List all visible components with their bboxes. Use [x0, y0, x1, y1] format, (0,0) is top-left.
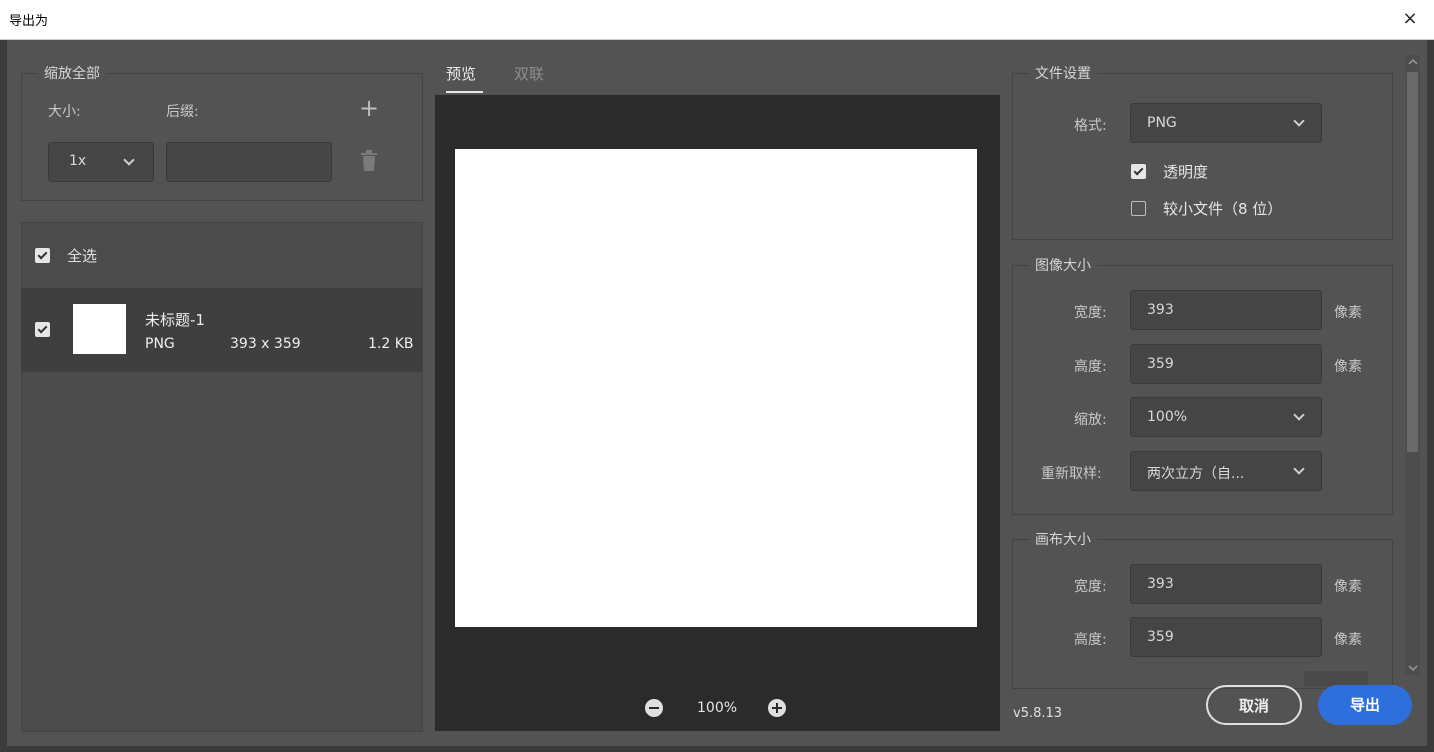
size-label: 大小: [48, 104, 81, 120]
preview-canvas [455, 149, 977, 627]
scale-select-value: 100% [1147, 409, 1188, 425]
image-width-unit: 像素 [1334, 305, 1362, 321]
canvas-height-input[interactable]: 359 [1130, 617, 1322, 657]
zoom-out-icon[interactable] [645, 699, 663, 717]
chevron-down-icon [1293, 463, 1305, 475]
chevron-down-icon [1293, 409, 1305, 421]
format-select[interactable]: PNG [1130, 103, 1322, 143]
select-all-checkbox[interactable] [35, 248, 50, 263]
canvas-width-label: 宽度: [1074, 579, 1107, 595]
title-bar: 导出为 × [0, 0, 1434, 40]
format-label: 格式: [1074, 118, 1107, 134]
smaller-file-label: 较小文件（8 位） [1163, 200, 1283, 218]
close-icon[interactable]: × [1400, 8, 1420, 30]
chevron-down-icon [1293, 115, 1305, 127]
scrollbar-thumb[interactable] [1407, 72, 1418, 452]
resample-label: 重新取样: [1041, 466, 1102, 482]
canvas-width-value: 393 [1147, 576, 1174, 592]
zoom-level: 100% [697, 700, 738, 716]
image-width-input[interactable]: 393 [1130, 290, 1322, 330]
asset-thumbnail [73, 304, 126, 354]
scroll-down-icon[interactable] [1408, 664, 1418, 672]
canvas-width-unit: 像素 [1334, 579, 1362, 595]
canvas-height-value: 359 [1147, 629, 1174, 645]
image-height-value: 359 [1147, 356, 1174, 372]
asset-row[interactable]: 未标题-1 PNG 393 x 359 1.2 KB [21, 288, 423, 372]
scale-label: 缩放: [1074, 412, 1107, 428]
asset-format: PNG [145, 336, 175, 352]
asset-checkbox[interactable] [35, 322, 50, 337]
image-height-unit: 像素 [1334, 359, 1362, 375]
asset-name: 未标题-1 [145, 311, 205, 329]
canvas-height-unit: 像素 [1334, 632, 1362, 648]
scale-all-legend: 缩放全部 [44, 66, 100, 82]
suffix-input[interactable] [166, 142, 332, 182]
image-height-input[interactable]: 359 [1130, 344, 1322, 384]
image-width-value: 393 [1147, 302, 1174, 318]
asset-dimensions: 393 x 359 [230, 336, 301, 352]
tab-preview[interactable]: 预览 [446, 63, 476, 84]
export-button[interactable]: 导出 [1318, 685, 1412, 725]
add-scale-icon[interactable]: + [359, 94, 379, 122]
canvas-size-legend: 画布大小 [1035, 532, 1091, 548]
tab-preview-underline [446, 91, 483, 93]
asset-filesize: 1.2 KB [368, 336, 414, 352]
chevron-down-icon [123, 154, 135, 166]
smaller-file-checkbox[interactable] [1131, 201, 1146, 216]
cancel-button[interactable]: 取消 [1206, 685, 1302, 725]
reset-button-partial[interactable] [1303, 670, 1369, 686]
resample-select[interactable]: 两次立方（自... [1130, 451, 1322, 491]
canvas-size-group: 画布大小 [1012, 529, 1393, 689]
image-size-legend: 图像大小 [1035, 258, 1091, 274]
format-select-value: PNG [1147, 115, 1177, 131]
size-select[interactable]: 1x [48, 142, 154, 182]
canvas-width-input[interactable]: 393 [1130, 564, 1322, 604]
canvas-height-label: 高度: [1074, 632, 1107, 648]
trash-icon[interactable] [360, 150, 378, 172]
window-title: 导出为 [9, 14, 49, 29]
file-settings-legend: 文件设置 [1035, 66, 1091, 82]
size-select-value: 1x [69, 153, 87, 169]
suffix-label: 后缀: [166, 104, 199, 120]
scroll-up-icon[interactable] [1408, 58, 1418, 66]
resample-select-value: 两次立方（自... [1147, 466, 1245, 482]
scale-select[interactable]: 100% [1130, 397, 1322, 437]
zoom-in-icon[interactable] [768, 699, 786, 717]
image-width-label: 宽度: [1074, 305, 1107, 321]
tab-2up[interactable]: 双联 [514, 63, 544, 84]
transparency-label: 透明度 [1163, 163, 1209, 181]
transparency-checkbox[interactable] [1131, 164, 1146, 179]
version-label: v5.8.13 [1013, 706, 1063, 721]
image-height-label: 高度: [1074, 359, 1107, 375]
select-all-label: 全选 [67, 247, 98, 265]
